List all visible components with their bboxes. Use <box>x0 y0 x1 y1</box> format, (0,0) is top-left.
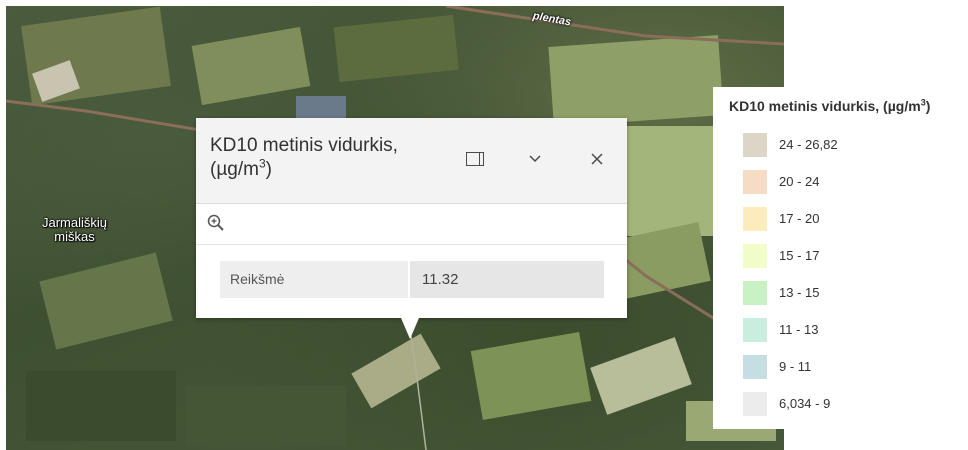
legend-item: 15 - 17 <box>743 244 953 268</box>
attribute-table: Reikšmė 11.32 <box>220 261 604 298</box>
popup-title-unit: (µg/m <box>210 159 259 180</box>
legend-item: 11 - 13 <box>743 318 953 342</box>
legend-label: 17 - 20 <box>779 211 820 226</box>
legend-label: 9 - 11 <box>779 359 812 374</box>
close-icon <box>591 153 603 165</box>
attribute-value: 11.32 <box>410 261 604 298</box>
legend-item: 20 - 24 <box>743 170 953 194</box>
legend-item: 24 - 26,82 <box>743 133 953 157</box>
popup-title: KD10 metinis vidurkis, (µg/m3) <box>210 134 450 182</box>
dock-button[interactable] <box>460 144 490 174</box>
attribute-label: Reikšmė <box>220 261 410 298</box>
collapse-button[interactable] <box>520 144 550 174</box>
popup-title-line1: KD10 metinis vidurkis, <box>210 135 398 156</box>
legend-item: 6,034 - 9 <box>743 392 953 416</box>
legend-item: 9 - 11 <box>743 355 953 379</box>
place-label-line2: miškas <box>54 229 95 244</box>
legend-label: 15 - 17 <box>779 248 820 263</box>
legend-label: 20 - 24 <box>779 174 820 189</box>
popup-header: KD10 metinis vidurkis, (µg/m3) <box>196 118 627 204</box>
legend-swatch <box>743 355 767 379</box>
legend-swatch <box>743 207 767 231</box>
legend-panel: KD10 metinis vidurkis, (µg/m3) 24 - 26,8… <box>713 87 968 429</box>
zoom-to-icon <box>207 214 224 231</box>
legend-swatch <box>743 133 767 157</box>
zoom-to-button[interactable] <box>206 213 228 235</box>
legend-title-close: ) <box>925 98 931 114</box>
legend-label: 6,034 - 9 <box>779 396 831 411</box>
popup-pointer <box>401 318 419 339</box>
popup-toolbar <box>196 204 627 245</box>
chevron-down-icon <box>529 155 541 163</box>
legend-item: 13 - 15 <box>743 281 953 305</box>
legend-swatch <box>743 170 767 194</box>
legend-swatch <box>743 281 767 305</box>
legend-item: 17 - 20 <box>743 207 953 231</box>
map-place-label: Jarmališkių miškas <box>42 216 107 244</box>
legend-title-text: KD10 metinis vidurkis, (µg/m <box>729 98 921 114</box>
legend-title: KD10 metinis vidurkis, (µg/m3) <box>729 98 965 114</box>
legend-swatch <box>743 244 767 268</box>
popup-title-unit-superscript: 3 <box>258 156 266 171</box>
popup-title-unit-close: ) <box>265 159 272 180</box>
close-button[interactable] <box>582 144 612 174</box>
legend-label: 24 - 26,82 <box>779 137 838 152</box>
legend-label: 11 - 13 <box>779 322 819 337</box>
legend-swatch <box>743 392 767 416</box>
place-label-line1: Jarmališkių <box>42 215 108 230</box>
feature-popup[interactable]: KD10 metinis vidurkis, (µg/m3) Reikšmė 1… <box>196 118 627 318</box>
legend-swatch <box>743 318 767 342</box>
legend-label: 13 - 15 <box>779 285 820 300</box>
dock-icon <box>466 152 484 166</box>
